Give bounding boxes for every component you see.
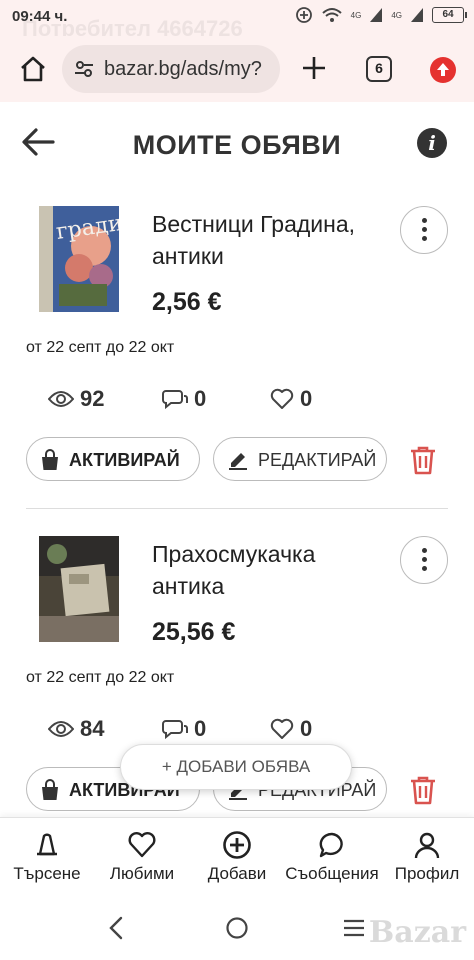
listing-stats: 92 0 0 [48,386,378,412]
nav-label: Съобщения [285,864,379,883]
shopping-bag-icon [42,779,58,800]
comments-icon [162,390,188,410]
more-options-button[interactable] [400,206,448,254]
listing-dates: от 22 септ до 22 окт [26,669,175,686]
site-settings-icon[interactable] [74,59,94,79]
status-time: 09:44 ч. [12,8,68,25]
views-count: 92 [80,386,105,411]
edit-button[interactable]: РЕДАКТИРАЙ [213,437,387,481]
url-bar[interactable]: bazar.bg/ads/my? [62,45,280,93]
trash-icon[interactable] [406,773,440,807]
chat-icon [319,832,343,858]
nav-label: Търсене [13,864,81,883]
views-count: 84 [80,716,105,741]
signal-icon [370,8,383,22]
messages-count: 0 [194,716,207,741]
system-recents-icon[interactable] [342,918,366,938]
eye-icon [48,391,74,407]
battery-indicator: 64 [432,7,467,23]
heart-icon [128,832,156,858]
listing-divider [26,508,448,509]
trash-icon[interactable] [406,443,440,477]
listing-title[interactable]: Прахосмукачка антика [152,538,387,602]
home-icon[interactable] [18,54,48,84]
listing-title[interactable]: Вестници Градина, антики [152,208,387,272]
heart-icon [270,388,294,409]
user-icon [414,832,440,859]
status-bar: Потребител 4664726 09:44 ч. 4G 4G 64 [0,0,474,41]
add-listing-button[interactable]: + ДОБАВИ ОБЯВА [120,744,352,790]
nav-item-profile[interactable]: Профил [380,830,474,884]
edit-label: РЕДАКТИРАЙ [258,450,377,470]
listing-stats: 84 0 0 [48,716,378,742]
nav-label: Добави [207,864,267,883]
comments-icon [162,720,188,740]
plus-circle-icon [223,831,251,859]
listing-thumbnail[interactable]: гради [39,206,119,312]
views-stat: 84 [48,716,156,742]
system-back-icon[interactable] [106,915,126,941]
likes-count: 0 [300,716,313,741]
system-navigation: Bazar [0,895,474,960]
eye-icon [48,721,74,737]
listing-price: 25,56 € [152,618,236,646]
listing-thumbnail[interactable] [39,536,119,642]
nav-item-add[interactable]: Добави [190,830,284,884]
bell-search-icon [37,833,57,856]
page-title: МОИТЕ ОБЯВИ [132,130,342,160]
signal-icon-2 [411,8,423,22]
likes-stat: 0 [270,386,378,412]
signal-4g-label-2: 4G [391,10,402,20]
tab-switcher-button[interactable]: 6 [366,56,392,82]
info-icon[interactable]: i [417,128,447,158]
url-text: bazar.bg/ads/my? [104,58,262,80]
activate-button[interactable]: АКТИВИРАЙ [26,437,200,481]
signal-4g-label: 4G [350,10,362,20]
likes-count: 0 [300,386,313,411]
update-icon[interactable] [430,57,456,83]
bazar-watermark: Bazar [368,915,466,950]
bottom-navigation: Търсене Любими Добави Съобщения Профил [0,817,474,895]
messages-count: 0 [194,386,207,411]
nav-item-search[interactable]: Търсене [0,830,94,884]
wifi-icon [321,8,342,22]
messages-stat: 0 [162,716,270,742]
location-plus-icon [295,7,312,23]
listing-price: 2,56 € [152,288,222,316]
page-header: МОИТЕ ОБЯВИ i [0,110,474,176]
likes-stat: 0 [270,716,378,742]
activate-label: АКТИВИРАЙ [69,450,180,470]
nav-label: Любими [109,864,175,883]
system-home-icon[interactable] [225,916,249,940]
browser-toolbar: bazar.bg/ads/my? 6 [0,36,474,102]
views-stat: 92 [48,386,156,412]
nav-item-messages[interactable]: Съобщения [285,830,379,884]
more-options-button[interactable] [400,536,448,584]
new-tab-icon[interactable] [300,54,328,82]
shopping-bag-icon [42,449,58,470]
messages-stat: 0 [162,386,270,412]
heart-icon [270,718,294,739]
pencil-icon [229,453,247,470]
nav-label: Профил [394,864,460,883]
nav-item-favorites[interactable]: Любими [95,830,189,884]
status-icons: 4G 4G 64 [295,6,467,24]
listing-dates: от 22 септ до 22 окт [26,339,175,356]
